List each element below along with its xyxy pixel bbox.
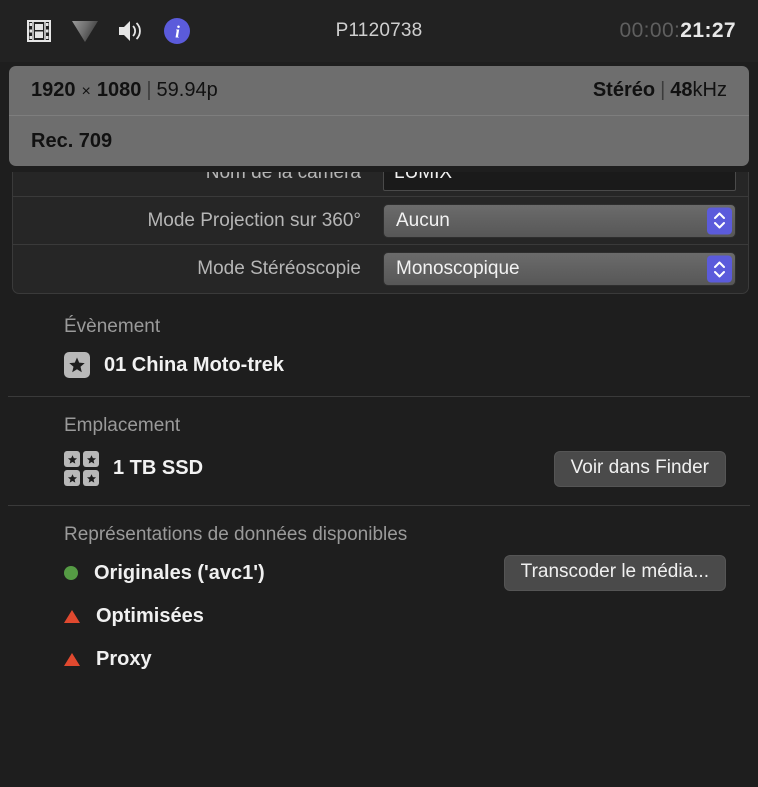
info-icon[interactable]: i [162,16,192,46]
media-representations-list: Originales ('avc1') Transcoder le média.… [64,552,758,681]
drive-cell [64,451,80,468]
chevron-updown-icon[interactable] [707,207,732,234]
media-representations-section: Représentations de données disponibles O… [0,506,758,681]
label-stereoscopic-mode: Mode Stéréoscopie [197,258,361,279]
drive-cell [64,470,80,487]
location-row: 1 TB SSD Voir dans Finder [64,451,758,487]
event-name: 01 China Moto-trek [104,353,285,376]
label-projection-mode: Mode Projection sur 360° [147,209,361,231]
location-section-title: Emplacement [64,415,181,436]
event-section: Évènement 01 China Moto-trek [0,298,758,378]
drive-cell [83,451,99,468]
projection-mode-value: Aucun [396,209,450,231]
media-rep-proxy-label: Proxy [96,647,152,670]
projection-mode-dropdown[interactable]: Aucun [383,203,736,238]
media-format-panel: 1920 × 1080 | 59.94p Stéréo | 48 kHz Rec.… [9,66,749,166]
event-section-title: Évènement [64,316,161,337]
svg-text:i: i [175,23,180,42]
frame-rate: 59.94p [156,79,218,101]
audio-channels: Stéréo [592,79,656,101]
timecode-dim: 00:00: [619,19,681,42]
reveal-in-finder-button[interactable]: Voir dans Finder [553,451,726,487]
transcode-media-button[interactable]: Transcoder le média... [503,555,726,592]
location-section: Emplacement 1 TB SSD Voir dans Finder [0,397,758,487]
drive-icon [64,451,99,487]
label-camera-name: Nom de la camera [205,172,361,183]
color-space: Rec. 709 [31,129,113,152]
metadata-form-panel: Nom de la camera LUMIX Mode Projection s… [12,172,749,294]
inspector-tab-icons: i [0,16,192,46]
camera-name-input[interactable]: LUMIX [383,172,736,191]
media-rep-original-label: Originales ('avc1') [94,561,265,584]
sample-rate-unit: kHz [692,79,727,101]
frame-width: 1920 [31,79,76,101]
speaker-icon[interactable] [116,16,146,46]
star-icon [64,352,90,378]
form-row-camera-name: Nom de la camera LUMIX [13,172,748,197]
event-row[interactable]: 01 China Moto-trek [64,352,758,378]
filmstrip-icon[interactable] [24,16,54,46]
media-rep-optimized-label: Optimisées [96,604,204,627]
dimension-separator-icon: × [81,83,91,100]
inspector-toolbar: i P1120738 00:00:21:27 [0,0,758,62]
drive-cell [83,470,99,487]
chevron-updown-icon[interactable] [707,255,732,283]
timecode-display: 00:00:21:27 [619,19,736,43]
divider-1: | [146,79,152,101]
format-row-colorspace: Rec. 709 [9,116,749,166]
metadata-form-clip: Nom de la camera LUMIX Mode Projection s… [12,172,749,298]
triangle-down-icon[interactable] [70,16,100,46]
divider-2: | [660,79,666,101]
list-item: Originales ('avc1') Transcoder le média.… [64,552,758,595]
status-dot-green-icon [64,566,78,581]
stereoscopic-mode-value: Monoscopique [396,258,520,279]
media-section-title: Représentations de données disponibles [64,523,408,545]
frame-height: 1080 [96,79,142,101]
form-row-stereoscopic-mode: Mode Stéréoscopie Monoscopique [13,245,748,293]
sample-rate-value: 48 [670,79,693,101]
format-row-video: 1920 × 1080 | 59.94p Stéréo | 48 kHz [9,66,749,116]
timecode-lit: 21:27 [680,19,736,42]
list-item: Proxy [64,638,758,681]
status-triangle-red-icon [64,652,80,666]
form-row-projection-mode: Mode Projection sur 360° Aucun [13,197,748,245]
volume-name: 1 TB SSD [113,457,204,480]
status-triangle-red-icon [64,609,80,623]
stereoscopic-mode-dropdown[interactable]: Monoscopique [383,252,736,286]
list-item: Optimisées [64,595,758,638]
